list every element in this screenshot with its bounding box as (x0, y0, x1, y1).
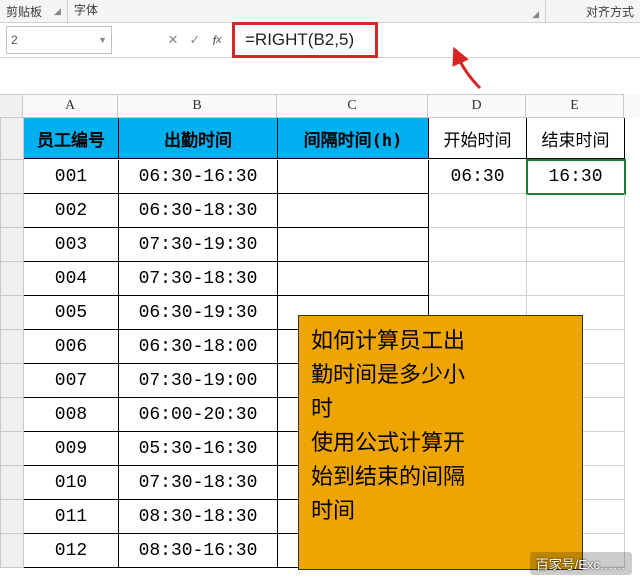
annotation-line: 使用公式计算开 (311, 426, 570, 460)
cell[interactable]: 001 (24, 160, 119, 194)
cell[interactable] (429, 228, 527, 262)
cell[interactable]: 06:30 (429, 160, 527, 194)
col-header-C[interactable]: C (277, 94, 428, 118)
annotation-line: 如何计算员工出 (311, 324, 570, 358)
ribbon-group-labels: 剪贴板 ◢ 字体 ◢ 对齐方式 (0, 0, 640, 23)
header-row: 员工编号 出勤时间 间隔时间(h) 开始时间 结束时间 (0, 118, 640, 160)
cell[interactable] (278, 262, 429, 296)
data-row: 003 07:30-19:30 (0, 228, 640, 262)
cell[interactable]: 06:00-20:30 (119, 398, 278, 432)
col-header-B[interactable]: B (118, 94, 277, 118)
row-header[interactable] (0, 228, 24, 262)
cell[interactable]: 006 (24, 330, 119, 364)
cell[interactable]: 002 (24, 194, 119, 228)
row-header[interactable] (0, 500, 24, 534)
cell[interactable]: 07:30-19:00 (119, 364, 278, 398)
cell[interactable]: 003 (24, 228, 119, 262)
cell[interactable]: 07:30-18:30 (119, 262, 278, 296)
annotation-line: 勤时间是多少小 (311, 358, 570, 392)
cell[interactable]: 06:30-18:30 (119, 194, 278, 228)
row-header[interactable] (0, 160, 24, 194)
cell[interactable]: 011 (24, 500, 119, 534)
header-cell[interactable]: 结束时间 (527, 118, 625, 159)
col-header-E[interactable]: E (526, 94, 624, 118)
row-header[interactable] (0, 398, 24, 432)
ribbon-clipboard-label: 剪贴板 (0, 3, 48, 22)
cell[interactable]: 009 (24, 432, 119, 466)
cell[interactable]: 06:30-19:30 (119, 296, 278, 330)
cell[interactable]: 07:30-19:30 (119, 228, 278, 262)
row-header[interactable] (0, 296, 24, 330)
cell[interactable]: 004 (24, 262, 119, 296)
cell[interactable]: 07:30-18:30 (119, 466, 278, 500)
row-header[interactable] (0, 330, 24, 364)
cell[interactable] (527, 228, 625, 262)
cell[interactable] (429, 194, 527, 228)
watermark: 百家号/Exc…… (530, 552, 632, 575)
cell[interactable] (278, 160, 429, 194)
select-all-corner[interactable] (0, 94, 23, 118)
row-header[interactable] (0, 364, 24, 398)
cell[interactable]: 008 (24, 398, 119, 432)
cell[interactable]: 010 (24, 466, 119, 500)
cell[interactable]: 08:30-16:30 (119, 534, 278, 568)
ribbon-alignment-label: 对齐方式 (546, 3, 640, 22)
row-header[interactable] (0, 262, 24, 296)
column-headers: A B C D E (0, 94, 640, 118)
row-header[interactable] (0, 432, 24, 466)
cell[interactable]: 007 (24, 364, 119, 398)
formula-bar: 2 ▼ ✕ ✓ fx =RIGHT(B2,5) (0, 23, 640, 58)
annotation-line: 始到结束的间隔 (311, 460, 570, 494)
cell[interactable]: 05:30-16:30 (119, 432, 278, 466)
annotation-arrow (455, 53, 485, 96)
data-row: 002 06:30-18:30 (0, 194, 640, 228)
fx-button[interactable]: fx (206, 27, 228, 53)
data-row: 004 07:30-18:30 (0, 262, 640, 296)
cell[interactable]: 08:30-18:30 (119, 500, 278, 534)
formula-input[interactable]: =RIGHT(B2,5) (232, 22, 378, 58)
cell[interactable] (527, 262, 625, 296)
name-box-value: 2 (11, 33, 18, 47)
formula-text: =RIGHT(B2,5) (245, 30, 354, 50)
cell[interactable] (278, 228, 429, 262)
header-cell[interactable]: 员工编号 (24, 118, 119, 159)
cell[interactable]: 005 (24, 296, 119, 330)
header-cell[interactable]: 开始时间 (429, 118, 527, 159)
cell[interactable] (429, 262, 527, 296)
cell[interactable]: 06:30-18:00 (119, 330, 278, 364)
cancel-formula-button[interactable]: ✕ (162, 27, 184, 53)
row-header[interactable] (0, 118, 24, 160)
active-cell[interactable]: 16:30 (527, 160, 625, 194)
name-box[interactable]: 2 ▼ (6, 26, 112, 54)
annotation-line: 时间 (311, 494, 570, 528)
row-header[interactable] (0, 534, 24, 568)
annotation-line: 时 (311, 392, 570, 426)
ribbon-font-label: 字体 (68, 1, 104, 20)
clipboard-dialog-launcher[interactable]: ◢ (48, 6, 67, 19)
font-dialog-launcher[interactable]: ◢ (526, 9, 545, 22)
header-cell[interactable]: 出勤时间 (119, 118, 278, 159)
annotation-box: 如何计算员工出 勤时间是多少小 时 使用公式计算开 始到结束的间隔 时间 (298, 315, 583, 570)
cell[interactable] (527, 194, 625, 228)
name-box-dropdown-icon[interactable]: ▼ (98, 35, 107, 45)
data-row: 001 06:30-16:30 06:30 16:30 (0, 160, 640, 194)
col-header-A[interactable]: A (23, 94, 118, 118)
col-header-D[interactable]: D (428, 94, 526, 118)
cell[interactable] (278, 194, 429, 228)
cell[interactable]: 012 (24, 534, 119, 568)
row-header[interactable] (0, 194, 24, 228)
header-cell[interactable]: 间隔时间(h) (278, 118, 429, 159)
cell[interactable]: 06:30-16:30 (119, 160, 278, 194)
row-header[interactable] (0, 466, 24, 500)
accept-formula-button[interactable]: ✓ (184, 27, 206, 53)
